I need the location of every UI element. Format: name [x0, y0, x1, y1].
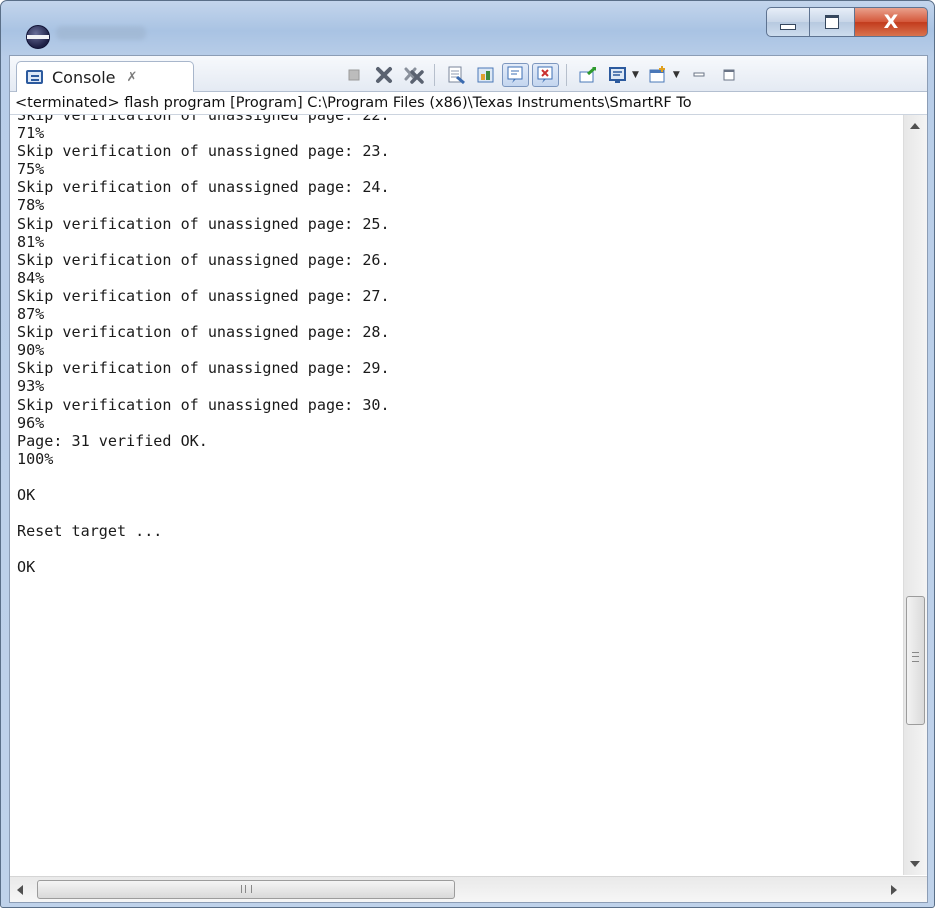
- remove-all-terminated-button[interactable]: [400, 63, 427, 87]
- console-line: Skip verification of unassigned page: 30…: [17, 395, 390, 414]
- maximize-view-icon: [723, 69, 735, 81]
- display-selected-console-icon: [608, 67, 626, 83]
- open-console-dropdown-icon[interactable]: ▼: [673, 70, 680, 80]
- terminate-button[interactable]: [340, 63, 367, 87]
- open-console-button[interactable]: [645, 63, 672, 87]
- scroll-down-arrow-icon[interactable]: [910, 861, 920, 867]
- console-line: 84%: [17, 268, 45, 287]
- console-line: 81%: [17, 232, 45, 251]
- maximize-view-button[interactable]: [716, 63, 743, 87]
- minimize-window-button[interactable]: [766, 7, 810, 37]
- console-line: Skip verification of unassigned page: 25…: [17, 214, 390, 233]
- scroll-right-arrow-icon[interactable]: [891, 885, 897, 895]
- console-line: Skip verification of unassigned page: 27…: [17, 286, 390, 305]
- tab-console-label: Console: [52, 67, 116, 87]
- minimize-view-button[interactable]: [686, 63, 713, 87]
- pin-console-button[interactable]: [574, 63, 601, 87]
- console-line: 87%: [17, 305, 45, 324]
- console-line: 75%: [17, 160, 45, 179]
- scroll-left-arrow-icon[interactable]: [17, 885, 23, 895]
- console-line: 90%: [17, 341, 45, 360]
- console-toolbar: ▼ ▼: [340, 62, 746, 88]
- console-line: 100%: [17, 449, 54, 468]
- show-on-stdout-icon: [507, 66, 522, 83]
- horizontal-scroll-thumb[interactable]: [37, 880, 455, 899]
- remove-all-terminated-icon: [404, 67, 424, 84]
- vertical-scroll-thumb[interactable]: [906, 595, 925, 725]
- clear-console-icon: [448, 66, 465, 85]
- title-bar[interactable]: X: [1, 1, 934, 55]
- thumb-grip-icon: [241, 885, 252, 893]
- console-line: Skip verification of unassigned page: 28…: [17, 323, 390, 342]
- remove-launch-button[interactable]: [370, 63, 397, 87]
- minimize-view-icon: [693, 72, 705, 77]
- console-line: 96%: [17, 413, 45, 432]
- console-line: Reset target ...: [17, 522, 163, 541]
- show-on-stderr-icon: [537, 66, 552, 83]
- window-controls: X: [766, 7, 928, 37]
- eclipse-app-icon[interactable]: [26, 25, 50, 49]
- console-line: Skip verification of unassigned page: 29…: [17, 359, 390, 378]
- pin-console-icon: [579, 66, 596, 83]
- console-line: Skip verification of unassigned page: 24…: [17, 178, 390, 197]
- app-window: X Console ✗ ▼ ▼ <terminated> flash progr…: [0, 0, 935, 908]
- minimize-icon: [780, 24, 796, 30]
- close-window-button[interactable]: X: [855, 7, 928, 37]
- toolbar-separator: [566, 64, 567, 86]
- maximize-window-button[interactable]: [810, 7, 855, 37]
- console-output-text: Skip verification of unassigned page: 22…: [10, 115, 903, 576]
- show-console-on-stdout-button[interactable]: [502, 63, 529, 87]
- remove-launch-icon: [375, 67, 392, 83]
- clear-console-button[interactable]: [442, 63, 469, 87]
- horizontal-scrollbar[interactable]: [10, 876, 927, 902]
- view-tab-bar: Console ✗ ▼ ▼: [10, 56, 927, 92]
- display-console-dropdown-icon[interactable]: ▼: [632, 70, 639, 80]
- console-line: OK: [17, 558, 36, 577]
- console-line: 71%: [17, 124, 45, 143]
- toolbar-separator: [434, 64, 435, 86]
- window-title-redacted: [56, 26, 146, 40]
- vertical-scrollbar[interactable]: [903, 115, 927, 875]
- scroll-lock-icon: [477, 67, 493, 83]
- launch-status-line: <terminated> flash program [Program] C:\…: [10, 92, 927, 115]
- console-icon: [26, 70, 43, 84]
- maximize-icon: [825, 15, 839, 29]
- terminate-icon: [348, 69, 359, 81]
- console-line: Skip verification of unassigned page: 26…: [17, 250, 390, 269]
- console-line: Skip verification of unassigned page: 23…: [17, 142, 390, 161]
- scroll-up-arrow-icon[interactable]: [910, 123, 920, 129]
- console-line: 93%: [17, 377, 45, 396]
- console-output[interactable]: Skip verification of unassigned page: 22…: [10, 115, 903, 875]
- console-line: Skip verification of unassigned page: 22…: [17, 115, 390, 124]
- console-line: Page: 31 verified OK.: [17, 431, 208, 450]
- tab-console[interactable]: Console ✗: [16, 61, 194, 92]
- scroll-lock-button[interactable]: [472, 63, 499, 87]
- thumb-grip-icon: [912, 651, 919, 662]
- close-icon: X: [883, 11, 899, 33]
- tab-close-icon[interactable]: ✗: [127, 70, 138, 85]
- display-selected-console-button[interactable]: [604, 63, 631, 87]
- open-console-icon: [649, 66, 666, 83]
- show-console-on-stderr-button[interactable]: [532, 63, 559, 87]
- console-line: OK: [17, 485, 36, 504]
- console-line: 78%: [17, 196, 45, 215]
- console-view: Console ✗ ▼ ▼ <terminated> flash program…: [9, 55, 928, 903]
